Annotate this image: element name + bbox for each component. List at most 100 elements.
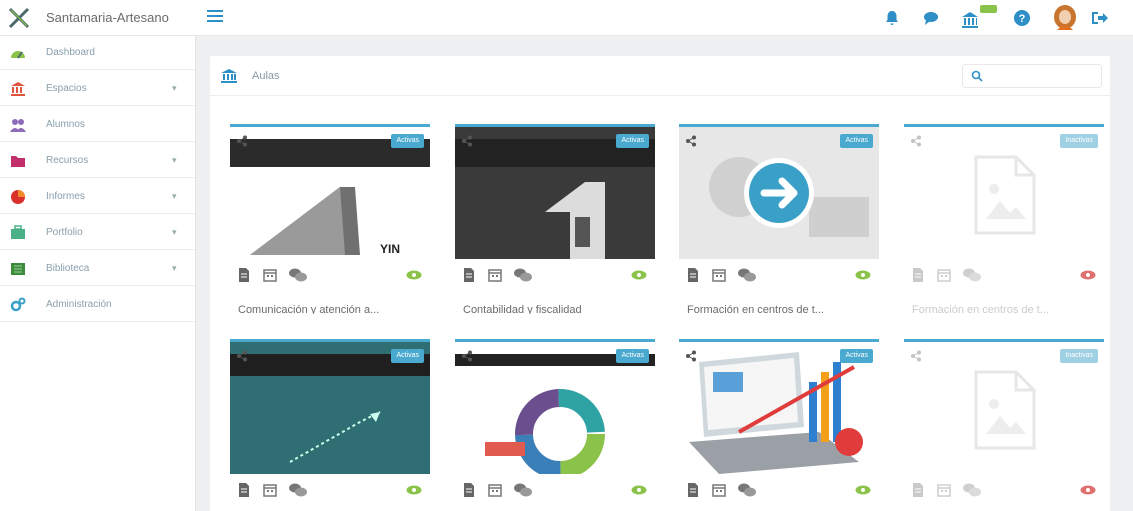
visibility-icon[interactable] [631,485,647,495]
share-icon[interactable] [685,350,697,362]
calendar-icon[interactable] [262,482,278,498]
document-icon[interactable] [236,267,252,283]
card-actions [461,267,651,285]
visibility-icon[interactable] [855,485,871,495]
main-content: Aulas YIN Activas Comunicación y atención … [196,36,1133,511]
classroom-card[interactable]: Activas Formación en centros de t... [679,124,879,314]
sidebar-item-label: Informes [46,191,85,202]
calendar-icon[interactable] [711,482,727,498]
share-icon[interactable] [685,135,697,147]
sidebar-item-biblioteca[interactable]: Biblioteca ▾ [0,252,195,286]
classroom-name[interactable]: Comunicación y atención a... [238,304,424,314]
sidebar-item-portfolio[interactable]: Portfolio ▾ [0,216,195,250]
visibility-icon[interactable] [1080,485,1096,495]
classroom-card[interactable]: YIN Activas Comunicación y atención a... [230,124,430,314]
sidebar-item-informes[interactable]: Informes ▾ [0,180,195,214]
visibility-icon[interactable] [855,270,871,280]
comments-icon[interactable] [737,482,757,498]
classroom-card[interactable]: InactivasProyecto de administració... [904,339,1104,511]
comments-icon[interactable] [513,482,533,498]
status-badge: Activas [840,349,873,363]
share-icon[interactable] [236,350,248,362]
search-icon [971,70,983,82]
bank-icon [11,82,25,96]
share-icon[interactable] [461,350,473,362]
bell-icon[interactable] [883,9,901,27]
document-icon[interactable] [461,267,477,283]
bank-icon[interactable] [961,11,979,29]
comments-icon[interactable] [737,267,757,283]
classroom-card[interactable]: Inactivas Formación en centros de t... [904,124,1104,314]
calendar-icon[interactable] [936,482,952,498]
visibility-icon[interactable] [406,270,422,280]
cogs-icon [10,297,26,312]
document-icon[interactable] [461,482,477,498]
sidebar-item-dashboard[interactable]: Dashboard [0,36,195,70]
bank-icon [221,69,237,83]
top-bar: Santamaria-Artesano ? [0,0,1133,36]
sidebar-item-recursos[interactable]: Recursos ▾ [0,144,195,178]
chevron-down-icon: ▾ [172,83,177,93]
comments-icon[interactable] [288,267,308,283]
document-icon[interactable] [685,267,701,283]
classroom-card[interactable]: ActivasProceso integral de la activ... [455,339,655,511]
chevron-down-icon: ▾ [172,191,177,201]
status-badge: Inactivas [1060,134,1098,148]
sidebar-item-label: Recursos [46,155,89,166]
menu-toggle-icon[interactable] [207,10,223,24]
share-icon[interactable] [910,350,922,362]
document-icon[interactable] [910,482,926,498]
comments-icon[interactable] [288,482,308,498]
calendar-icon[interactable] [262,267,278,283]
status-badge: Activas [616,349,649,363]
status-badge: Inactivas [1060,349,1098,363]
visibility-icon[interactable] [1080,270,1096,280]
sidebar-item-label: Biblioteca [46,263,90,274]
classroom-card[interactable]: Activas Contabilidad y fiscalidad [455,124,655,314]
card-actions [236,482,426,500]
sidebar-item-alumnos[interactable]: Alumnos [0,108,195,142]
sidebar-item-label: Dashboard [46,47,95,58]
logo-icon[interactable] [8,7,30,29]
brand-name[interactable]: Santamaria-Artesano [46,10,169,25]
classrooms-panel: Aulas YIN Activas Comunicación y atención … [210,56,1110,511]
share-icon[interactable] [910,135,922,147]
share-icon[interactable] [461,135,473,147]
document-icon[interactable] [910,267,926,283]
chevron-down-icon: ▾ [172,155,177,165]
sidebar-item-espacios[interactable]: Espacios ▾ [0,72,195,106]
status-badge: Activas [840,134,873,148]
chat-icon[interactable] [922,9,940,27]
svg-text:?: ? [1019,13,1026,25]
calendar-icon[interactable] [487,482,503,498]
help-icon[interactable]: ? [1013,9,1031,27]
share-icon[interactable] [236,135,248,147]
calendar-icon[interactable] [711,267,727,283]
classroom-card[interactable]: ActivasGestión Financiera [230,339,430,511]
user-avatar[interactable] [1052,4,1078,32]
chevron-down-icon: ▾ [172,263,177,273]
classroom-name[interactable]: Formación en centros de t... [687,304,873,314]
classroom-name[interactable]: Contabilidad y fiscalidad [463,304,649,314]
classroom-card[interactable]: ActivasProyecto de administració... [679,339,879,511]
calendar-icon[interactable] [936,267,952,283]
visibility-icon[interactable] [406,485,422,495]
comments-icon[interactable] [962,267,982,283]
status-badge: Activas [391,134,424,148]
calendar-icon[interactable] [487,267,503,283]
chart-icon [11,190,25,204]
dashboard-icon [11,51,25,59]
visibility-icon[interactable] [631,270,647,280]
comments-icon[interactable] [513,267,533,283]
card-actions [685,267,875,285]
classroom-name[interactable]: Formación en centros de t... [912,304,1098,314]
comments-icon[interactable] [962,482,982,498]
page-title: Aulas [252,70,280,82]
document-icon[interactable] [236,482,252,498]
search-input[interactable] [962,64,1102,88]
document-icon[interactable] [685,482,701,498]
sidebar-item-administracin[interactable]: Administración [0,288,195,322]
folder-icon [11,156,25,167]
logout-icon[interactable] [1090,9,1108,27]
chevron-down-icon: ▾ [172,227,177,237]
